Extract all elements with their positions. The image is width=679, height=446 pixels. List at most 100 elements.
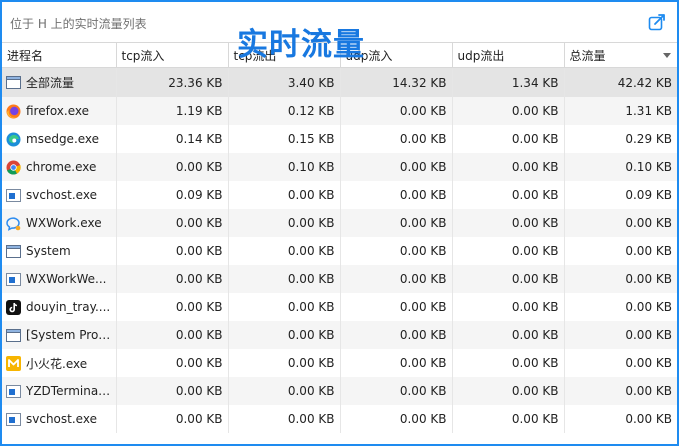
- table-row[interactable]: msedge.exe 0.14 KB 0.15 KB 0.00 KB 0.00 KB 0.…: [2, 125, 677, 153]
- tcp-out-cell: 3.40 KB: [228, 67, 341, 97]
- total-cell: 0.29 KB: [625, 132, 672, 146]
- table-row[interactable]: firefox.exe 1.19 KB 0.12 KB 0.00 KB 0.00 KB 1…: [2, 97, 677, 125]
- process-name: WXWorkWe...: [26, 272, 107, 286]
- table-row[interactable]: [System Proc... 0.00 KB 0.00 KB 0.00 KB 0.00…: [2, 321, 677, 349]
- total-cell: 0.00 KB: [564, 321, 677, 349]
- edge-icon: [6, 132, 21, 147]
- export-icon[interactable]: [647, 12, 667, 32]
- tcp-in-cell: 0.00 KB: [116, 237, 229, 265]
- table-row[interactable]: svchost.exe 0.09 KB 0.00 KB 0.00 KB 0.00 KB 0…: [2, 181, 677, 209]
- tcp-out-cell: 0.00 KB: [228, 405, 341, 433]
- service-icon: [6, 188, 21, 203]
- table-row[interactable]: douyin_tray.... 0.00 KB 0.00 KB 0.00 KB 0.00…: [2, 293, 677, 321]
- udp-out-cell: 0.00 KB: [452, 265, 565, 293]
- total-cell: 0.00 KB: [564, 377, 677, 405]
- chrome-icon: [6, 160, 21, 175]
- process-name: svchost.exe: [26, 188, 97, 202]
- window-icon: [6, 75, 21, 90]
- sort-descending-icon: [663, 53, 671, 58]
- total-cell: 0.00 KB: [625, 244, 672, 258]
- process-name-cell: firefox.exe: [2, 97, 117, 125]
- process-name-cell: msedge.exe: [2, 125, 117, 153]
- total-cell: 0.00 KB: [625, 412, 672, 426]
- total-cell: 0.00 KB: [625, 356, 672, 370]
- process-name-cell: 全部流量: [2, 67, 117, 97]
- tcp-in-cell: 0.00 KB: [116, 405, 229, 433]
- service-icon: [6, 272, 21, 287]
- traffic-window: 位于 H 上的实时流量列表 实时流量 进程名 tcp流入 tcp流出 udp流入…: [0, 0, 679, 446]
- udp-in-cell: 0.00 KB: [340, 321, 453, 349]
- tcp-out-cell: 0.00 KB: [228, 293, 341, 321]
- process-name: YZDTerminal...: [26, 384, 112, 398]
- udp-out-cell: 0.00 KB: [452, 181, 565, 209]
- tcp-out-cell: 0.10 KB: [228, 153, 341, 181]
- udp-in-cell: 0.00 KB: [340, 153, 453, 181]
- process-name-cell: 小火花.exe: [2, 349, 117, 377]
- table-row[interactable]: YZDTerminal... 0.00 KB 0.00 KB 0.00 KB 0.00 …: [2, 377, 677, 405]
- udp-out-cell: 0.00 KB: [452, 153, 565, 181]
- tcp-in-cell: 23.36 KB: [116, 67, 229, 97]
- total-cell: 0.00 KB: [625, 300, 672, 314]
- table-row[interactable]: chrome.exe 0.00 KB 0.10 KB 0.00 KB 0.00 KB 0.…: [2, 153, 677, 181]
- total-cell: 0.10 KB: [564, 153, 677, 181]
- column-header-tcp-in[interactable]: tcp流入: [116, 42, 229, 68]
- table-row[interactable]: WXWork.exe 0.00 KB 0.00 KB 0.00 KB 0.00 KB 0.…: [2, 209, 677, 237]
- process-name: [System Proc...: [26, 328, 112, 342]
- udp-in-cell: 0.00 KB: [340, 405, 453, 433]
- table-row[interactable]: WXWorkWe... 0.00 KB 0.00 KB 0.00 KB 0.00 KB 0…: [2, 265, 677, 293]
- tcp-out-cell: 0.00 KB: [228, 349, 341, 377]
- tcp-in-cell: 0.00 KB: [116, 209, 229, 237]
- column-header-total[interactable]: 总流量: [564, 42, 677, 68]
- udp-in-cell: 0.00 KB: [340, 349, 453, 377]
- udp-out-cell: 0.00 KB: [452, 97, 565, 125]
- udp-in-cell: 0.00 KB: [340, 209, 453, 237]
- douyin-icon: [6, 299, 21, 315]
- table-row[interactable]: svchost.exe 0.00 KB 0.00 KB 0.00 KB 0.00 KB 0…: [2, 405, 677, 433]
- process-name: douyin_tray....: [26, 300, 111, 314]
- process-name: svchost.exe: [26, 412, 97, 426]
- column-header-process[interactable]: 进程名: [2, 42, 117, 68]
- tcp-in-cell: 0.00 KB: [116, 265, 229, 293]
- process-name: System: [26, 244, 71, 258]
- total-row[interactable]: 全部流量 23.36 KB 3.40 KB 14.32 KB 1.34 KB 4…: [2, 67, 677, 97]
- traffic-table-container[interactable]: 进程名 tcp流入 tcp流出 udp流入 udp流出 总流量 全部流量 23.…: [2, 42, 677, 444]
- total-cell: 42.42 KB: [564, 67, 677, 97]
- service-icon: [6, 412, 21, 427]
- udp-in-cell: 0.00 KB: [340, 125, 453, 153]
- column-header-udp-out[interactable]: udp流出: [452, 42, 565, 68]
- tcp-out-cell: 0.15 KB: [228, 125, 341, 153]
- tcp-out-cell: 0.00 KB: [228, 181, 341, 209]
- udp-out-cell: 0.00 KB: [452, 237, 565, 265]
- process-name: 小火花.exe: [26, 356, 88, 371]
- udp-out-cell: 0.00 KB: [452, 405, 565, 433]
- tcp-out-cell: 0.00 KB: [228, 265, 341, 293]
- total-cell: 0.00 KB: [564, 209, 677, 237]
- total-cell: 1.31 KB: [564, 97, 677, 125]
- tcp-out-cell: 0.00 KB: [228, 237, 341, 265]
- firefox-icon: [6, 104, 21, 119]
- udp-out-cell: 0.00 KB: [452, 349, 565, 377]
- table-row[interactable]: 小火花.exe 0.00 KB 0.00 KB 0.00 KB 0.00 KB 0.00 …: [2, 349, 677, 377]
- process-name: chrome.exe: [26, 160, 97, 174]
- tcp-in-cell: 1.19 KB: [116, 97, 229, 125]
- process-name: firefox.exe: [26, 104, 90, 118]
- process-name: msedge.exe: [26, 132, 100, 146]
- process-name-cell: douyin_tray....: [2, 293, 117, 321]
- udp-in-cell: 0.00 KB: [340, 377, 453, 405]
- udp-out-cell: 0.00 KB: [452, 293, 565, 321]
- process-name-cell: WXWork.exe: [2, 209, 117, 237]
- table-row[interactable]: System 0.00 KB 0.00 KB 0.00 KB 0.00 KB 0.00 K…: [2, 237, 677, 265]
- total-cell: 0.09 KB: [625, 188, 672, 202]
- process-name-cell: svchost.exe: [2, 405, 117, 433]
- udp-out-cell: 0.00 KB: [452, 125, 565, 153]
- udp-out-cell: 0.00 KB: [452, 377, 565, 405]
- process-name: 全部流量: [26, 76, 75, 90]
- service-icon: [6, 384, 21, 399]
- process-name-cell: WXWorkWe...: [2, 265, 117, 293]
- tcp-in-cell: 0.14 KB: [116, 125, 229, 153]
- xiaohuohua-icon: [6, 355, 21, 371]
- overlay-heading: 实时流量: [237, 27, 365, 63]
- tcp-out-cell: 0.12 KB: [228, 97, 341, 125]
- tcp-out-cell: 0.00 KB: [228, 321, 341, 349]
- udp-out-cell: 0.00 KB: [452, 209, 565, 237]
